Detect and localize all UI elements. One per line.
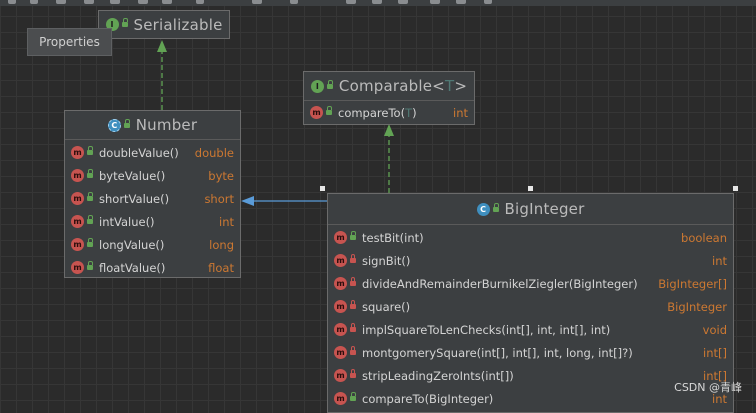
- method-name: square(): [362, 299, 411, 314]
- comparable-node[interactable]: I Comparable<T> m compareTo(T) int: [303, 71, 475, 125]
- private-lock-icon: [350, 346, 356, 355]
- method-name: stripLeadingZeroInts(int[]): [362, 368, 514, 383]
- public-lock-icon: [87, 169, 93, 178]
- private-lock-icon: [350, 369, 356, 378]
- abstract-class-icon: C: [107, 118, 121, 132]
- method-name: intValue(): [99, 214, 155, 229]
- selection-handle[interactable]: [320, 186, 325, 191]
- method-icon: m: [71, 215, 84, 228]
- serializable-node[interactable]: I Serializable: [98, 10, 230, 39]
- method-row[interactable]: m shortValue() short: [65, 187, 240, 210]
- number-node[interactable]: C Number m doubleValue() double m byteVa…: [64, 110, 241, 278]
- implements-arrowhead-comparable: [384, 124, 394, 136]
- method-return-type: int: [712, 253, 727, 268]
- method-icon: m: [334, 300, 347, 313]
- method-row[interactable]: m byteValue() byte: [65, 164, 240, 187]
- method-row[interactable]: m montgomerySquare(int[], int[], int, lo…: [328, 341, 733, 364]
- number-title: Number: [135, 116, 198, 134]
- method-name: signBit(): [362, 253, 411, 268]
- method-row[interactable]: m doubleValue() double: [65, 141, 240, 164]
- public-lock-icon: [326, 106, 332, 115]
- method-return-type: BigInteger[]: [658, 276, 727, 291]
- properties-tooltip: Properties: [27, 28, 112, 56]
- method-name: testBit(int): [362, 230, 424, 245]
- method-row[interactable]: m stripLeadingZeroInts(int[]) int[]: [328, 364, 733, 387]
- method-row[interactable]: m square() BigInteger: [328, 295, 733, 318]
- method-name: divideAndRemainderBurnikelZiegler(BigInt…: [362, 276, 638, 291]
- interface-icon: I: [310, 79, 324, 93]
- private-lock-icon: [350, 300, 356, 309]
- method-icon: m: [71, 192, 84, 205]
- method-return-type: void: [702, 322, 727, 337]
- method-row[interactable]: m divideAndRemainderBurnikelZiegler(BigI…: [328, 272, 733, 295]
- implements-arrowhead-serializable: [157, 40, 167, 52]
- public-lock-icon: [350, 392, 356, 401]
- method-icon: m: [71, 261, 84, 274]
- class-icon: C: [476, 202, 490, 216]
- method-return-type: int[]: [703, 345, 727, 360]
- biginteger-title: BigInteger: [504, 200, 585, 218]
- method-return-type: int: [453, 105, 468, 120]
- method-name: montgomerySquare(int[], int[], int, long…: [362, 345, 633, 360]
- public-lock-icon: [350, 231, 356, 240]
- method-icon: m: [334, 231, 347, 244]
- method-row[interactable]: m longValue() long: [65, 233, 240, 256]
- method-icon: m: [334, 277, 347, 290]
- method-return-type: int: [219, 214, 234, 229]
- method-name: shortValue(): [99, 191, 170, 206]
- public-lock-icon: [87, 192, 93, 201]
- selection-handle[interactable]: [528, 186, 533, 191]
- extends-arrowhead-number: [241, 196, 254, 206]
- method-icon: m: [310, 106, 323, 119]
- method-row[interactable]: m intValue() int: [65, 210, 240, 233]
- method-row[interactable]: m floatValue() float: [65, 256, 240, 279]
- method-icon: m: [71, 238, 84, 251]
- method-return-type: byte: [208, 168, 234, 183]
- public-lock-icon: [87, 215, 93, 224]
- method-icon: m: [334, 392, 347, 405]
- private-lock-icon: [350, 323, 356, 332]
- method-return-type: short: [204, 191, 234, 206]
- method-return-type: double: [194, 145, 234, 160]
- method-return-type: BigInteger: [667, 299, 727, 314]
- method-name: floatValue(): [99, 260, 166, 275]
- public-lock-icon: [492, 202, 499, 212]
- method-name: longValue(): [99, 237, 165, 252]
- method-name: compareTo(BigInteger): [362, 391, 494, 406]
- watermark: CSDN @青峰: [674, 381, 742, 394]
- method-row[interactable]: m testBit(int) boolean: [328, 226, 733, 249]
- method-icon: m: [71, 169, 84, 182]
- public-lock-icon: [87, 238, 93, 247]
- selection-handle[interactable]: [733, 186, 738, 191]
- method-icon: m: [334, 254, 347, 267]
- public-lock-icon: [123, 118, 130, 128]
- method-icon: m: [334, 369, 347, 382]
- method-row[interactable]: m signBit() int: [328, 249, 733, 272]
- method-return-type: long: [209, 237, 234, 252]
- method-row[interactable]: m compareTo(BigInteger) int: [328, 387, 733, 410]
- comparable-title: Comparable<T>: [338, 77, 468, 95]
- method-name: byteValue(): [99, 168, 166, 183]
- method-row[interactable]: m compareTo(T) int: [304, 101, 474, 124]
- public-lock-icon: [87, 146, 93, 155]
- method-name: compareTo(T): [338, 105, 417, 120]
- method-name: implSquareToLenChecks(int[], int, int[],…: [362, 322, 611, 337]
- method-icon: m: [334, 323, 347, 336]
- public-lock-icon: [121, 18, 128, 27]
- method-return-type: boolean: [681, 230, 727, 245]
- public-lock-icon: [326, 79, 333, 89]
- method-row[interactable]: m implSquareToLenChecks(int[], int, int[…: [328, 318, 733, 341]
- public-lock-icon: [87, 261, 93, 270]
- method-icon: m: [71, 146, 84, 159]
- private-lock-icon: [350, 254, 356, 263]
- biginteger-node[interactable]: C BigInteger m testBit(int) boolean m si…: [327, 193, 734, 413]
- serializable-title: Serializable: [133, 15, 223, 34]
- method-return-type: float: [208, 260, 234, 275]
- private-lock-icon: [350, 277, 356, 286]
- method-name: doubleValue(): [99, 145, 179, 160]
- method-icon: m: [334, 346, 347, 359]
